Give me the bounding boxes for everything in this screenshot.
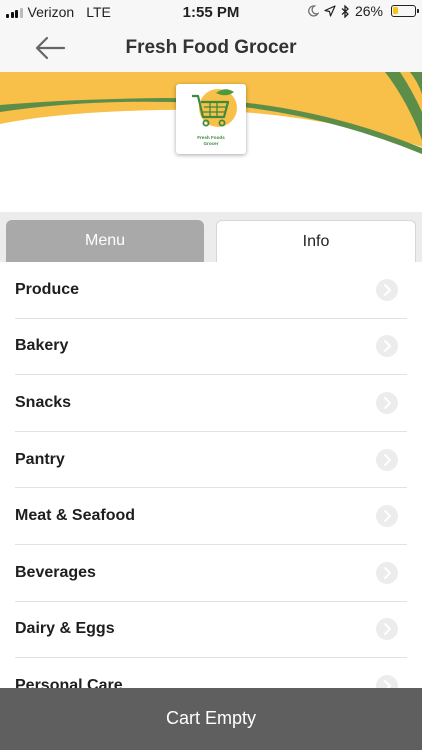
page-title: Fresh Food Grocer xyxy=(125,37,297,58)
tab-menu[interactable]: Menu xyxy=(6,220,204,262)
logo-text-line2: Grocer xyxy=(203,140,219,146)
category-label: Meat & Seafood xyxy=(15,507,136,525)
category-item-beverages[interactable]: Beverages xyxy=(15,545,407,602)
category-item-personal-care[interactable]: Personal Care xyxy=(15,658,407,688)
location-arrow-icon xyxy=(324,5,336,17)
category-label: Produce xyxy=(15,280,80,298)
category-list[interactable]: Produce Bakery Snacks Pantry Meat & Seafood B… xyxy=(0,262,422,688)
chevron-right-icon xyxy=(376,561,398,584)
chevron-right-icon xyxy=(376,674,398,688)
category-item-meat-seafood[interactable]: Meat & Seafood xyxy=(15,488,407,545)
chevron-right-icon xyxy=(376,278,398,301)
category-item-produce[interactable]: Produce xyxy=(15,262,407,319)
category-item-dairy-eggs[interactable]: Dairy & Eggs xyxy=(15,602,407,659)
category-item-pantry[interactable]: Pantry xyxy=(15,432,407,489)
category-label: Bakery xyxy=(15,337,69,355)
moon-icon xyxy=(308,5,319,17)
chevron-right-icon xyxy=(376,391,398,414)
category-label: Beverages xyxy=(15,563,96,581)
category-item-snacks[interactable]: Snacks xyxy=(15,375,407,432)
store-logo: Fresh Foods Grocer xyxy=(176,84,246,154)
store-banner: Fresh Foods Grocer xyxy=(0,72,422,212)
category-label: Dairy & Eggs xyxy=(15,620,115,638)
battery-icon xyxy=(391,5,419,17)
category-item-bakery[interactable]: Bakery xyxy=(15,319,407,376)
chevron-right-icon xyxy=(376,448,398,471)
shopping-cart-logo-icon xyxy=(192,89,237,127)
status-bar: Verizon LTE 1:55 PM 26% xyxy=(0,0,422,24)
chevron-right-icon xyxy=(376,505,398,528)
tab-bar: Menu Info xyxy=(0,212,422,262)
category-label: Pantry xyxy=(15,450,65,468)
tab-info[interactable]: Info xyxy=(216,220,416,262)
bluetooth-icon xyxy=(341,4,349,18)
battery-percent: 26% xyxy=(354,3,383,19)
status-right: 26% xyxy=(307,3,419,19)
battery-fill xyxy=(393,7,398,14)
chevron-right-icon xyxy=(376,335,398,358)
category-label: Snacks xyxy=(15,393,72,411)
category-label: Personal Care xyxy=(15,676,123,688)
chevron-right-icon xyxy=(376,618,398,641)
navigation-bar: Fresh Food Grocer xyxy=(0,24,422,72)
logo-text: Fresh Foods Grocer xyxy=(176,135,246,146)
cart-button[interactable]: Cart Empty xyxy=(0,688,422,750)
